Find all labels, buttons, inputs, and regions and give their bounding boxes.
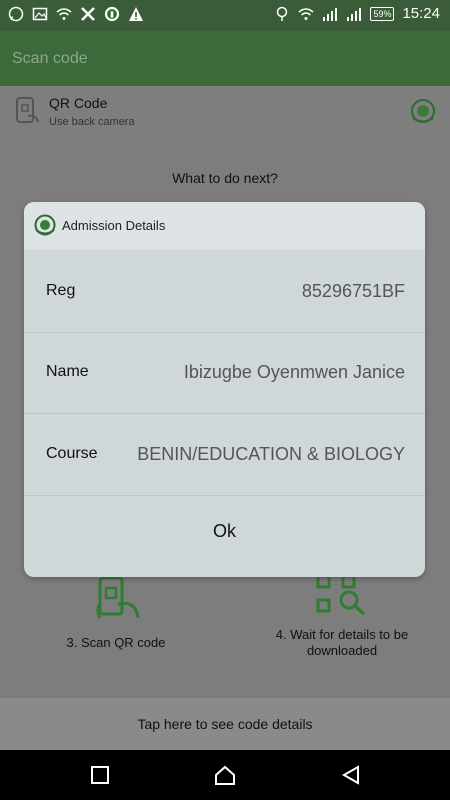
qr-option-title: QR Code	[49, 95, 108, 111]
detail-value: BENIN/EDUCATION & BIOLOGY	[137, 444, 405, 464]
qr-option-subtitle: Use back camera	[49, 116, 135, 128]
dialog-title: Admission Details	[62, 218, 166, 233]
signal-icon	[346, 6, 362, 22]
page-title: Scan code	[12, 50, 88, 67]
dialog-header: Admission Details	[24, 202, 425, 250]
detail-label: Course	[46, 445, 98, 462]
step-4-label: 4. Wait for details to be downloaded	[275, 627, 409, 658]
detail-row-reg: Reg 85296751BF	[24, 252, 425, 333]
status-left-icons	[8, 6, 144, 22]
detail-row-course: Course BENIN/EDUCATION & BIOLOGY	[24, 415, 425, 496]
jamb-logo-icon	[410, 98, 436, 124]
back-icon[interactable]	[340, 764, 362, 786]
qr-code-option[interactable]: QR Code Use back camera	[0, 86, 450, 140]
vpn-icon	[104, 6, 120, 22]
wifi-icon	[56, 6, 72, 22]
signal-icon	[322, 6, 338, 22]
next-step-prompt: What to do next?	[172, 170, 278, 186]
warning-icon	[128, 6, 144, 22]
app-bar: Scan code	[0, 31, 450, 86]
ok-button[interactable]: Ok	[24, 496, 425, 566]
admission-details-dialog: Admission Details Reg 85296751BF Name Ib…	[24, 202, 425, 577]
code-details-button[interactable]: Tap here to see code details	[0, 698, 450, 750]
status-right-icons: 59% 15:24	[274, 5, 440, 22]
detail-label: Name	[46, 363, 89, 380]
jamb-logo-icon	[34, 214, 56, 236]
step-3-label: 3. Scan QR code	[66, 635, 166, 650]
navigation-bar	[0, 750, 450, 800]
detail-row-name: Name Ibizugbe Oyenmwen Janice	[24, 333, 425, 414]
code-details-label: Tap here to see code details	[137, 716, 313, 732]
battery-icon: 59%	[370, 6, 395, 21]
image-icon	[32, 6, 48, 22]
wifi-icon	[298, 6, 314, 22]
status-bar: 59% 15:24	[0, 0, 450, 31]
x-icon	[80, 6, 96, 22]
qr-search-icon	[315, 574, 367, 616]
detail-value: 85296751BF	[301, 281, 405, 301]
whatsapp-icon	[8, 6, 24, 22]
home-icon[interactable]	[214, 764, 236, 786]
qr-phone-icon	[14, 96, 40, 126]
status-time: 15:24	[402, 5, 440, 22]
detail-label: Reg	[46, 282, 76, 299]
recent-apps-icon[interactable]	[89, 764, 111, 786]
phone-scan-icon	[92, 574, 142, 624]
detail-value: Ibizugbe Oyenmwen Janice	[183, 362, 405, 382]
location-icon	[274, 6, 290, 22]
